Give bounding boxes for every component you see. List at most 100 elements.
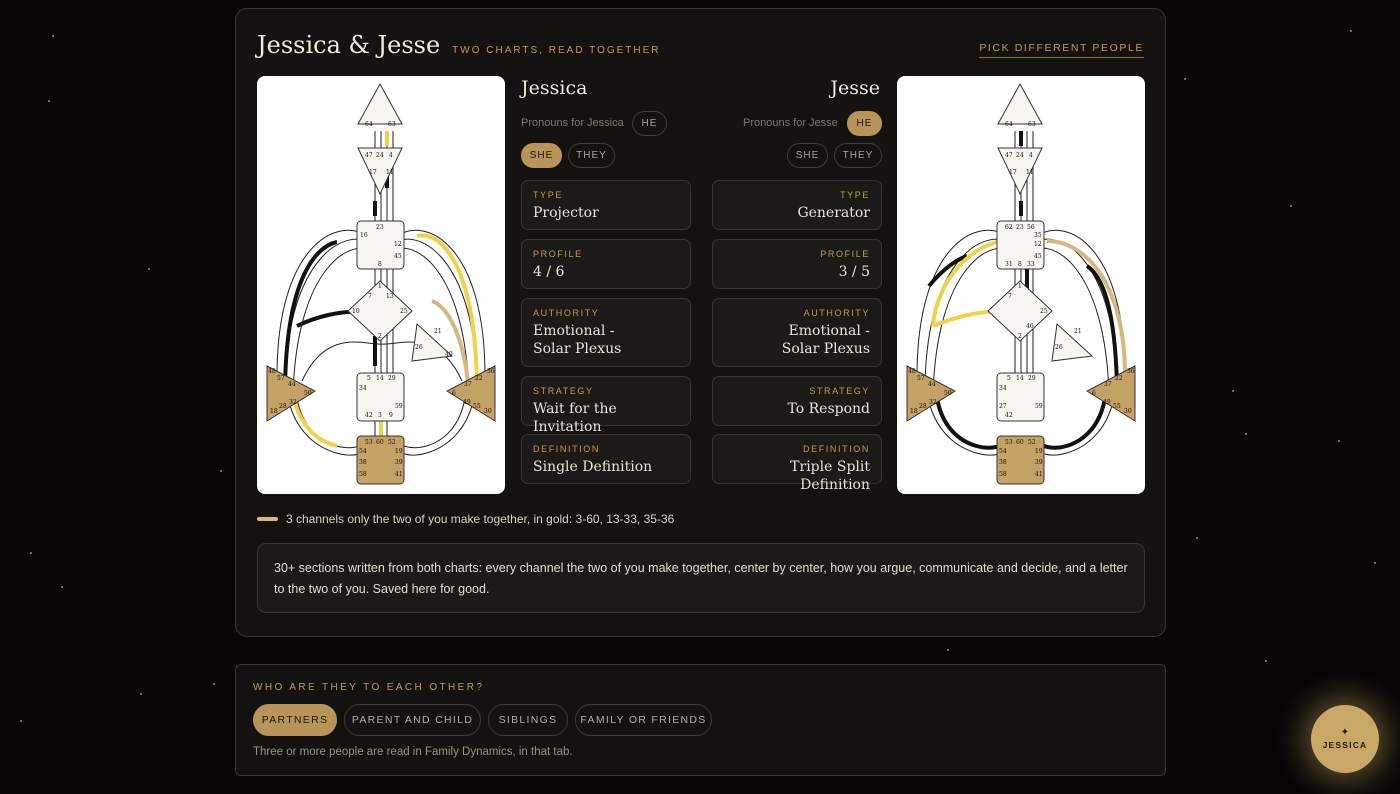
pronoun-she-jessica[interactable]: SHE	[521, 143, 562, 168]
field-value: 3 / 5	[838, 264, 870, 280]
svg-text:50: 50	[944, 390, 952, 397]
field-value: Emotional - Solar Plexus	[533, 323, 622, 357]
field-label: DEFINITION	[803, 444, 870, 454]
svg-text:41: 41	[1035, 471, 1043, 478]
svg-text:45: 45	[1034, 253, 1042, 260]
svg-text:42: 42	[365, 412, 373, 419]
field-type-jessica: TYPE Projector	[521, 180, 691, 230]
bodygraph-jesse-svg: 64 63 47 24 4 17 11 62 23 56 351245 31 8 33 1746…	[906, 82, 1136, 485]
field-definition-jessica: DEFINITION Single Definition	[521, 434, 691, 484]
svg-text:30: 30	[1124, 408, 1132, 415]
svg-text:48: 48	[268, 368, 276, 375]
field-authority-jessica: AUTHORITY Emotional - Solar Plexus	[521, 298, 691, 367]
bodygraph-jessica-svg: 64 63 47 24 4 17 11 2316 12458 17 13 10 252 21…	[266, 82, 496, 485]
svg-text:17: 17	[1009, 169, 1017, 176]
svg-text:19: 19	[1035, 448, 1043, 455]
svg-text:55: 55	[1113, 403, 1121, 410]
svg-text:25: 25	[400, 308, 408, 315]
field-profile-jessica: PROFILE 4 / 6	[521, 239, 691, 289]
svg-text:31: 31	[1005, 261, 1013, 268]
svg-text:57: 57	[917, 375, 925, 382]
field-label: DEFINITION	[533, 444, 600, 454]
field-type-jesse: TYPE Generator	[712, 180, 882, 230]
relationship-heading: WHO ARE THEY TO EACH OTHER?	[253, 682, 485, 693]
relationship-parent-child-button[interactable]: PARENT AND CHILD	[344, 704, 481, 736]
svg-text:6: 6	[452, 390, 456, 397]
svg-text:28: 28	[919, 403, 927, 410]
svg-text:1: 1	[378, 283, 382, 290]
pronoun-he-jessica[interactable]: HE	[632, 111, 667, 136]
field-value: Single Definition	[533, 459, 653, 475]
relationship-siblings-button[interactable]: SIBLINGS	[488, 704, 568, 736]
svg-text:54: 54	[359, 448, 367, 455]
field-authority-jesse: AUTHORITY Emotional - Solar Plexus	[712, 298, 882, 367]
profile-fab-button[interactable]: ✦ JESSICA	[1311, 705, 1379, 773]
bodygraph-jessica: 64 63 47 24 4 17 11 23 16 12 45 8 1 7 13 10 25 2 21…	[257, 76, 505, 494]
svg-text:12: 12	[1034, 241, 1042, 248]
svg-text:24: 24	[376, 152, 384, 159]
field-value: Emotional - Solar Plexus	[781, 323, 870, 357]
field-label: AUTHORITY	[533, 308, 600, 318]
pronouns-label-jesse: Pronouns for Jesse	[743, 117, 838, 129]
svg-text:8: 8	[1018, 261, 1022, 268]
svg-text:22: 22	[1115, 375, 1123, 382]
svg-text:48: 48	[908, 368, 916, 375]
field-value: Projector	[533, 205, 599, 221]
relationship-family-friends-button[interactable]: FAMILY OR FRIENDS	[575, 704, 712, 736]
svg-text:54: 54	[999, 448, 1007, 455]
svg-text:12: 12	[394, 241, 402, 248]
title-row: Jessica & Jesse TWO CHARTS, READ TOGETHE…	[257, 31, 661, 59]
svg-text:33: 33	[1027, 261, 1035, 268]
svg-text:39: 39	[1035, 459, 1043, 466]
svg-text:60: 60	[376, 439, 384, 446]
svg-text:26: 26	[1055, 344, 1063, 351]
svg-text:7: 7	[368, 293, 372, 300]
page-title: Jessica & Jesse	[257, 31, 441, 59]
svg-text:47: 47	[1005, 152, 1013, 159]
svg-text:63: 63	[1028, 121, 1036, 128]
svg-text:4: 4	[389, 152, 393, 159]
field-label: TYPE	[840, 190, 870, 200]
pronoun-she-jesse[interactable]: SHE	[787, 143, 828, 168]
svg-text:40: 40	[445, 351, 453, 358]
svg-text:50: 50	[304, 390, 312, 397]
field-strategy-jesse: STRATEGY To Respond	[712, 376, 882, 426]
svg-text:42: 42	[1005, 412, 1013, 419]
svg-text:22: 22	[475, 375, 483, 382]
svg-text:45: 45	[394, 253, 402, 260]
svg-text:47: 47	[365, 152, 373, 159]
svg-text:34: 34	[359, 385, 367, 392]
svg-text:46: 46	[1026, 323, 1034, 330]
svg-text:58: 58	[359, 471, 367, 478]
shared-channels-legend: 3 channels only the two of you make toge…	[257, 512, 674, 526]
svg-text:5: 5	[367, 375, 371, 382]
svg-text:9: 9	[389, 412, 393, 419]
field-label: AUTHORITY	[803, 308, 870, 318]
pronoun-he-jesse[interactable]: HE	[847, 111, 882, 136]
field-label: STRATEGY	[809, 386, 870, 396]
svg-text:34: 34	[999, 385, 1007, 392]
sparkle-icon: ✦	[1340, 727, 1350, 738]
pick-different-people-link[interactable]: PICK DIFFERENT PEOPLE	[979, 42, 1144, 58]
svg-text:21: 21	[434, 328, 442, 335]
svg-text:18: 18	[270, 408, 278, 415]
svg-text:49: 49	[463, 399, 471, 406]
field-strategy-jessica: STRATEGY Wait for the Invitation	[521, 376, 691, 435]
svg-text:17: 17	[369, 169, 377, 176]
pronoun-they-jessica[interactable]: THEY	[568, 143, 615, 168]
pronoun-they-jesse[interactable]: THEY	[834, 143, 882, 168]
field-value: 4 / 6	[533, 264, 565, 280]
relationship-partners-button[interactable]: PARTNERS	[253, 704, 337, 736]
svg-text:14: 14	[376, 375, 384, 382]
field-label: PROFILE	[533, 249, 583, 259]
relationship-card: WHO ARE THEY TO EACH OTHER? PARTNERS PAR…	[235, 664, 1166, 776]
svg-text:8: 8	[378, 261, 382, 268]
svg-text:60: 60	[1016, 439, 1024, 446]
svg-text:39: 39	[395, 459, 403, 466]
svg-text:2: 2	[378, 333, 382, 340]
svg-text:24: 24	[1016, 152, 1024, 159]
svg-text:32: 32	[929, 399, 937, 406]
svg-text:52: 52	[388, 439, 396, 446]
relationship-note: Three or more people are read in Family …	[253, 746, 573, 758]
pronouns-label-jessica: Pronouns for Jessica	[521, 117, 624, 129]
